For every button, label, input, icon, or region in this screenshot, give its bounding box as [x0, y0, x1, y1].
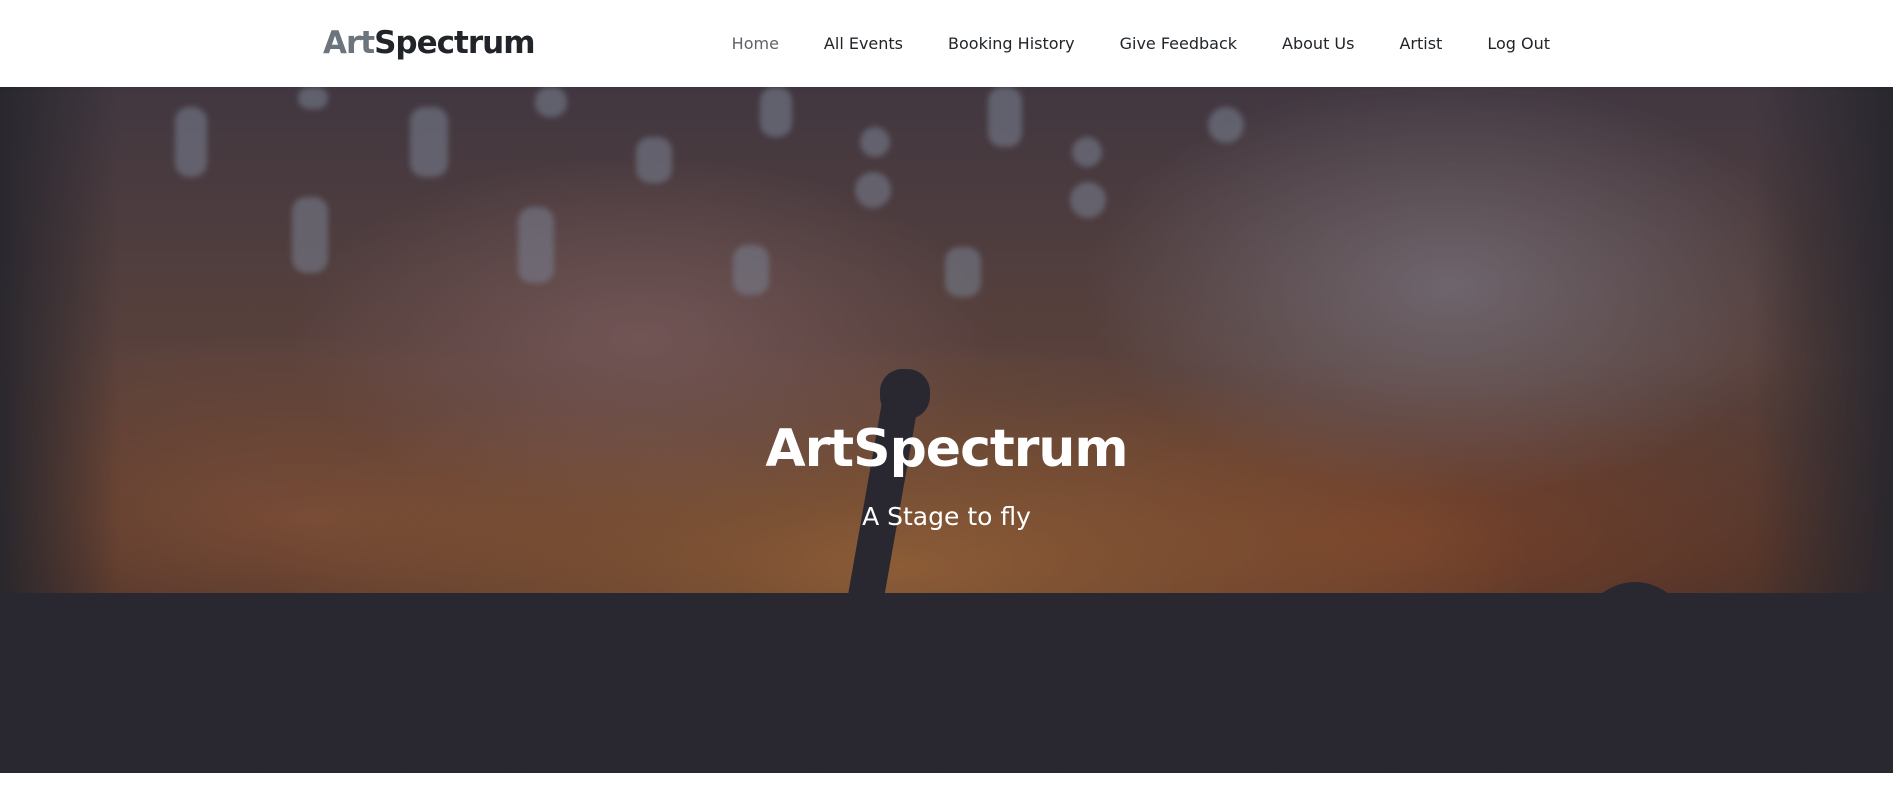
- brand-logo-part2: Spectrum: [374, 25, 535, 61]
- nav-item-log-out: Log Out: [1442, 34, 1550, 53]
- nav-link-all-events[interactable]: All Events: [824, 34, 903, 53]
- hero-title: ArtSpectrum: [765, 419, 1128, 479]
- nav-item-all-events: All Events: [779, 34, 903, 53]
- hero-subtitle: A Stage to fly: [862, 502, 1031, 531]
- hero-section: ArtSpectrum A Stage to fly: [0, 87, 1893, 773]
- nav-item-about-us: About Us: [1237, 34, 1354, 53]
- nav-item-booking-history: Booking History: [903, 34, 1075, 53]
- brand-logo[interactable]: ArtSpectrum: [323, 22, 536, 64]
- nav-link-booking-history[interactable]: Booking History: [948, 34, 1075, 53]
- nav-link-give-feedback[interactable]: Give Feedback: [1120, 34, 1237, 53]
- main-nav: Home All Events Booking History Give Fee…: [732, 0, 1550, 87]
- nav-link-about-us[interactable]: About Us: [1282, 34, 1354, 53]
- nav-link-artist[interactable]: Artist: [1399, 34, 1442, 53]
- nav-item-artist: Artist: [1354, 34, 1442, 53]
- brand-logo-part1: Art: [323, 25, 375, 61]
- nav-item-home: Home: [732, 34, 779, 53]
- nav-item-give-feedback: Give Feedback: [1075, 34, 1237, 53]
- navbar: ArtSpectrum Home All Events Booking Hist…: [0, 0, 1893, 87]
- nav-link-home[interactable]: Home: [732, 34, 779, 53]
- nav-link-log-out[interactable]: Log Out: [1487, 34, 1550, 53]
